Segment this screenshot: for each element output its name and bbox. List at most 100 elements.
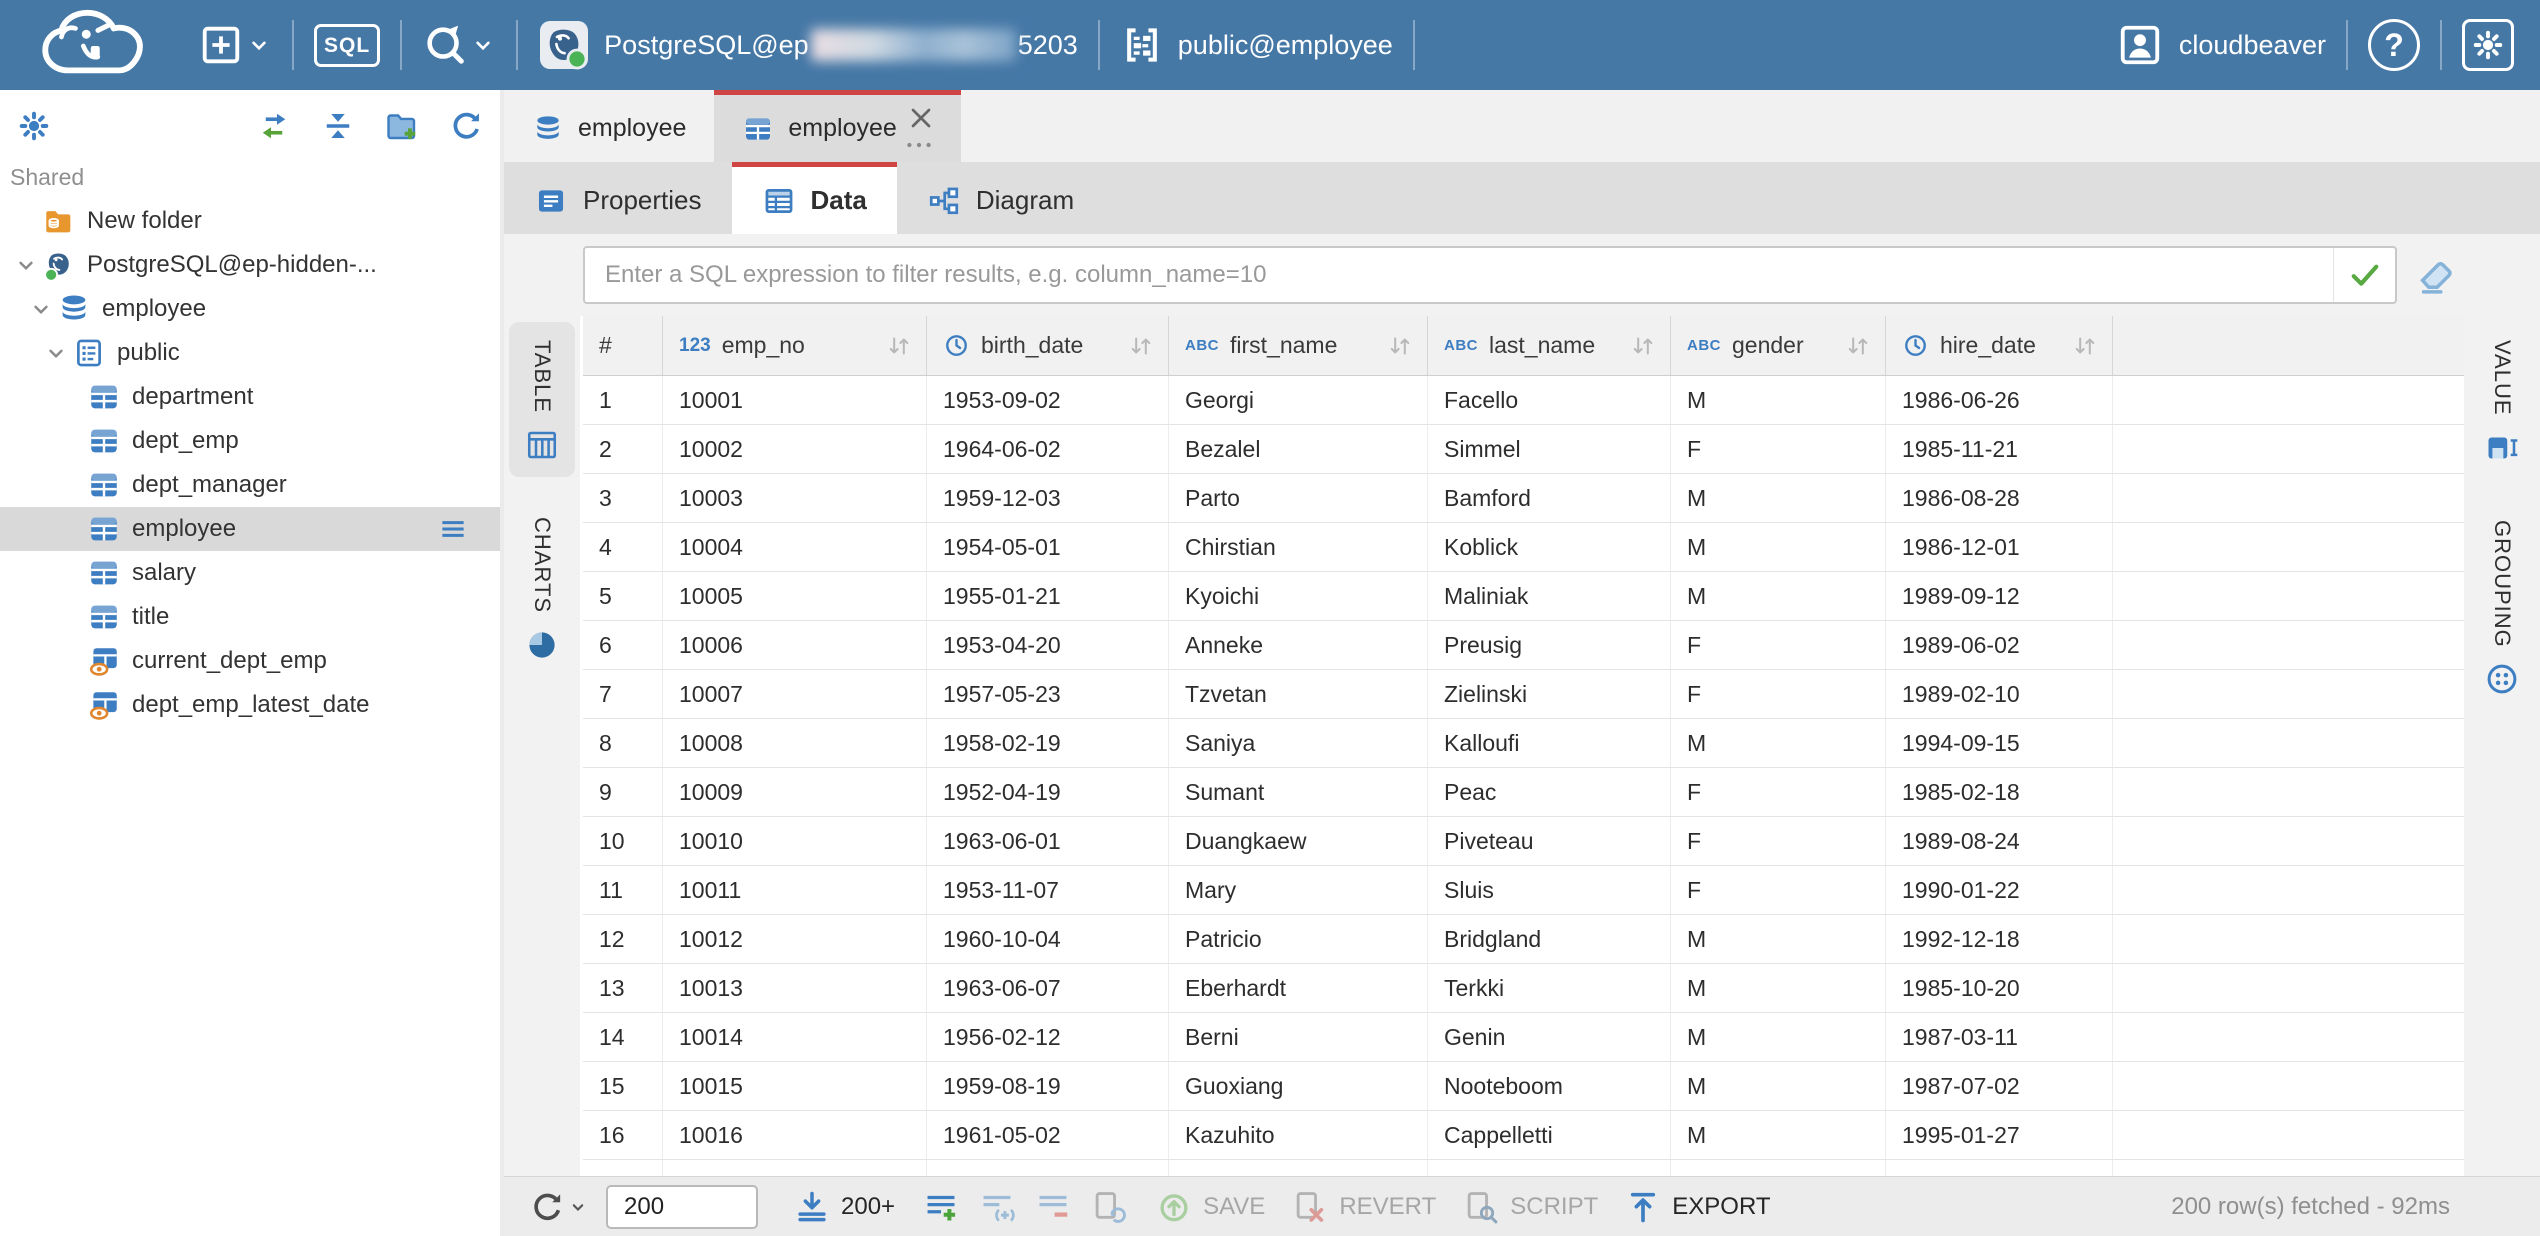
column-header-birth_date[interactable]: birth_date — [927, 316, 1169, 375]
tree-item-new-folder[interactable]: New folder — [0, 199, 500, 243]
schema-selector[interactable]: public@employee — [1108, 0, 1405, 90]
grid-cell[interactable]: 10009 — [663, 768, 927, 816]
grid-cell[interactable]: 1953-11-07 — [927, 866, 1169, 914]
grid-cell[interactable]: 1989-09-12 — [1886, 572, 2113, 620]
grid-cell[interactable]: M — [1671, 572, 1886, 620]
column-header-rownum[interactable]: # — [583, 316, 663, 375]
grid-cell[interactable]: 1985-10-20 — [1886, 964, 2113, 1012]
grid-cell[interactable]: Nooteboom — [1428, 1062, 1671, 1110]
sql-editor-button[interactable]: SQL — [302, 0, 392, 90]
grid-cell[interactable]: 10001 — [663, 376, 927, 424]
user-menu[interactable]: cloudbeaver — [2105, 0, 2338, 90]
grid-cell[interactable]: 1986-08-28 — [1886, 474, 2113, 522]
grid-cell[interactable]: Peac — [1428, 768, 1671, 816]
grid-cell[interactable]: 6 — [583, 621, 663, 669]
grid-cell[interactable]: Duangkaew — [1169, 817, 1428, 865]
grid-cell[interactable]: Parto — [1169, 474, 1428, 522]
refresh-icon[interactable] — [448, 108, 484, 144]
grid-cell[interactable]: 1953-09-02 — [927, 376, 1169, 424]
grid-cell[interactable]: M — [1671, 915, 1886, 963]
grid-cell[interactable]: Facello — [1428, 376, 1671, 424]
chevron-down-icon[interactable] — [568, 1197, 588, 1217]
grid-cell[interactable]: M — [1671, 1062, 1886, 1110]
tree-item-public[interactable]: public — [0, 331, 500, 375]
tree-item-department[interactable]: department — [0, 375, 500, 419]
grid-cell[interactable]: Maliniak — [1428, 572, 1671, 620]
grid-cell[interactable]: 13 — [583, 964, 663, 1012]
grid-cell[interactable]: Saniya — [1169, 719, 1428, 767]
sort-icon[interactable] — [1126, 333, 1156, 359]
grid-cell[interactable]: 10010 — [663, 817, 927, 865]
grid-cell[interactable]: Sumant — [1169, 768, 1428, 816]
grid-cell[interactable]: Patricio — [1169, 915, 1428, 963]
rail-tab-value[interactable]: VALUE — [2469, 322, 2535, 480]
grid-cell[interactable]: 10014 — [663, 1013, 927, 1061]
new-object-button[interactable] — [186, 0, 284, 90]
grid-cell[interactable]: 1985-11-21 — [1886, 425, 2113, 473]
editor-tab[interactable]: employee — [714, 90, 960, 162]
grid-cell[interactable]: 1992-12-18 — [1886, 915, 2113, 963]
grid-cell[interactable]: 9 — [583, 768, 663, 816]
grid-cell[interactable]: 1989-06-02 — [1886, 621, 2113, 669]
grid-cell[interactable]: 10005 — [663, 572, 927, 620]
grid-cell[interactable]: 14 — [583, 1013, 663, 1061]
chevron-down-icon[interactable] — [40, 337, 72, 369]
grid-cell[interactable]: 8 — [583, 719, 663, 767]
grid-cell[interactable]: 1987-07-02 — [1886, 1062, 2113, 1110]
chevron-down-icon[interactable] — [25, 293, 57, 325]
grid-cell[interactable]: 1990-01-22 — [1886, 866, 2113, 914]
grid-cell[interactable]: 7 — [583, 670, 663, 718]
tree-item-postgresql-ep-hidden-[interactable]: PostgreSQL@ep-hidden-... — [0, 243, 500, 287]
grid-cell[interactable]: 4 — [583, 523, 663, 571]
grid-cell[interactable]: 10008 — [663, 719, 927, 767]
column-header-last_name[interactable]: ABClast_name — [1428, 316, 1671, 375]
column-header-hire_date[interactable]: hire_date — [1886, 316, 2113, 375]
grid-cell[interactable]: Mary — [1169, 866, 1428, 914]
grid-cell[interactable]: 1989-02-10 — [1886, 670, 2113, 718]
grid-cell[interactable]: M — [1671, 376, 1886, 424]
grid-cell[interactable]: 2 — [583, 425, 663, 473]
rail-tab-table[interactable]: TABLE — [509, 322, 575, 477]
reload-icon[interactable] — [528, 1188, 566, 1226]
grid-cell[interactable]: 1963-06-01 — [927, 817, 1169, 865]
grid-cell[interactable]: 1987-03-11 — [1886, 1013, 2113, 1061]
grid-cell[interactable]: F — [1671, 768, 1886, 816]
grid-cell[interactable]: 1955-01-21 — [927, 572, 1169, 620]
connection-selector[interactable]: PostgreSQL@ep5203 — [526, 0, 1090, 90]
grid-cell[interactable]: 5 — [583, 572, 663, 620]
grid-cell[interactable]: 10015 — [663, 1062, 927, 1110]
grid-cell[interactable]: Cappelletti — [1428, 1111, 1671, 1159]
help-button[interactable]: ? — [2356, 0, 2432, 90]
grid-cell[interactable]: Eberhardt — [1169, 964, 1428, 1012]
grid-cell[interactable]: 1957-05-23 — [927, 670, 1169, 718]
rail-tab-grouping[interactable]: GROUPING — [2469, 502, 2535, 712]
grid-cell[interactable]: 1986-06-26 — [1886, 376, 2113, 424]
column-header-gender[interactable]: ABCgender — [1671, 316, 1886, 375]
column-header-first_name[interactable]: ABCfirst_name — [1169, 316, 1428, 375]
grid-cell[interactable]: Tzvetan — [1169, 670, 1428, 718]
grid-cell[interactable]: Bridgland — [1428, 915, 1671, 963]
grid-cell[interactable]: 1995-01-27 — [1886, 1111, 2113, 1159]
grid-cell[interactable]: Kyoichi — [1169, 572, 1428, 620]
grid-cell[interactable]: Sluis — [1428, 866, 1671, 914]
grid-cell[interactable]: 10002 — [663, 425, 927, 473]
sort-icon[interactable] — [884, 333, 914, 359]
sort-icon[interactable] — [2070, 333, 2100, 359]
grid-cell[interactable]: 15 — [583, 1062, 663, 1110]
grid-cell[interactable]: F — [1671, 670, 1886, 718]
grid-cell[interactable]: Koblick — [1428, 523, 1671, 571]
tree-item-title[interactable]: title — [0, 595, 500, 639]
grid-cell[interactable]: 10012 — [663, 915, 927, 963]
grid-cell[interactable]: 1959-08-19 — [927, 1062, 1169, 1110]
grid-cell[interactable]: Berni — [1169, 1013, 1428, 1061]
grid-cell[interactable]: M — [1671, 523, 1886, 571]
grid-cell[interactable]: 11 — [583, 866, 663, 914]
grid-cell[interactable]: Preusig — [1428, 621, 1671, 669]
grid-cell[interactable]: 10016 — [663, 1111, 927, 1159]
editor-tab[interactable]: employee — [504, 90, 714, 162]
tab-properties[interactable]: Properties — [504, 162, 732, 234]
chevron-down-icon[interactable] — [10, 249, 42, 281]
sort-icon[interactable] — [1628, 333, 1658, 359]
fetch-more-button[interactable]: 200+ — [780, 1188, 908, 1226]
sort-icon[interactable] — [1843, 333, 1873, 359]
